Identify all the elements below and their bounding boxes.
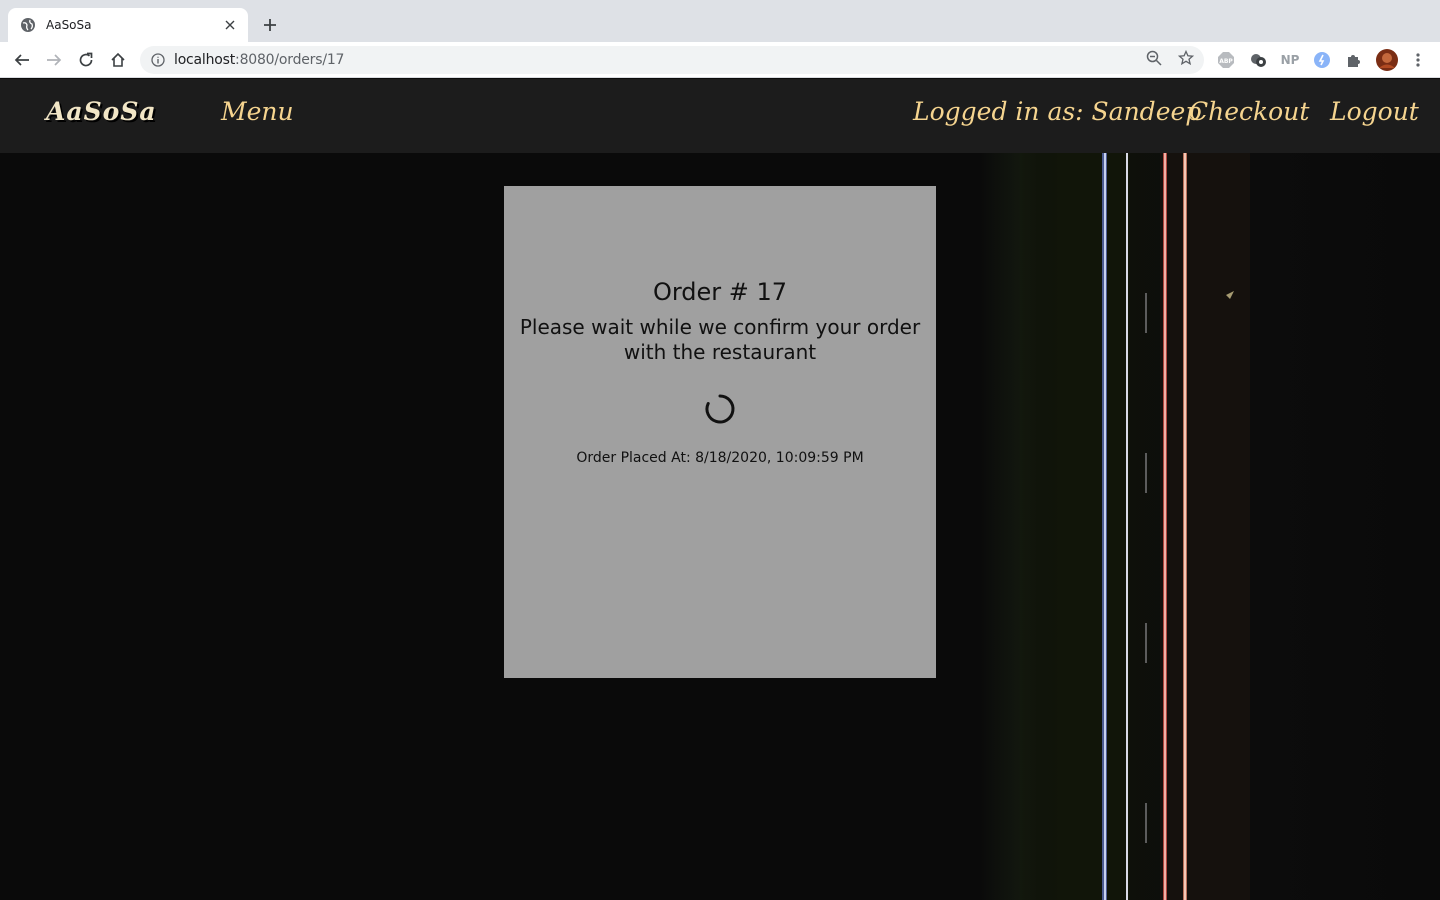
order-status-message: Please wait while we confirm your order … (519, 315, 921, 364)
url-text: localhost:8080/orders/17 (174, 52, 344, 68)
brand-logo[interactable]: AaSoSa (46, 97, 157, 126)
reload-icon[interactable] (74, 48, 98, 72)
close-icon[interactable] (222, 17, 238, 33)
browser-toolbar: localhost:8080/orders/17 ABP NP (0, 42, 1440, 78)
info-icon[interactable] (150, 52, 166, 68)
tab-title: AaSoSa (46, 18, 92, 32)
page-body: Order # 17 Please wait while we confirm … (0, 153, 1440, 900)
loading-spinner-icon (705, 394, 735, 424)
browser-tab[interactable]: AaSoSa (8, 8, 248, 42)
forward-arrow-icon[interactable] (42, 48, 66, 72)
home-icon[interactable] (106, 48, 130, 72)
adblock-extension-icon[interactable]: ABP (1216, 50, 1236, 70)
address-bar[interactable]: localhost:8080/orders/17 (140, 46, 1204, 74)
kebab-menu-icon[interactable] (1408, 50, 1428, 70)
nav-menu-link[interactable]: Menu (221, 97, 294, 126)
globe-icon (20, 17, 36, 33)
background-road-photo (980, 153, 1440, 900)
extension-toggle-icon[interactable] (1248, 50, 1268, 70)
new-tab-button[interactable] (258, 13, 282, 37)
logged-in-user: Logged in as: Sandeep (913, 97, 1202, 126)
adblock-label: ABP (1219, 58, 1233, 65)
light-trails-image (980, 153, 1250, 900)
np-extension-label: NP (1280, 53, 1300, 67)
np-extension-icon[interactable]: NP (1280, 50, 1300, 70)
profile-avatar[interactable] (1376, 49, 1398, 71)
puzzle-extensions-icon[interactable] (1344, 50, 1364, 70)
nav-logout-link[interactable]: Logout (1330, 97, 1419, 126)
star-icon[interactable] (1176, 48, 1196, 68)
order-placed-timestamp: Order Placed At: 8/18/2020, 10:09:59 PM (576, 450, 864, 466)
order-status-card: Order # 17 Please wait while we confirm … (504, 186, 936, 678)
browser-tab-strip: AaSoSa (0, 0, 1440, 42)
url-host: localhost (174, 52, 236, 68)
order-number-heading: Order # 17 (652, 278, 788, 306)
url-path: :8080/orders/17 (235, 52, 345, 68)
zoom-icon[interactable] (1144, 48, 1164, 68)
back-arrow-icon[interactable] (10, 48, 34, 72)
app-navbar: AaSoSa Menu Logged in as: Sandeep Checko… (0, 79, 1440, 153)
shield-extension-icon[interactable] (1312, 50, 1332, 70)
nav-checkout-link[interactable]: Checkout (1189, 97, 1309, 126)
